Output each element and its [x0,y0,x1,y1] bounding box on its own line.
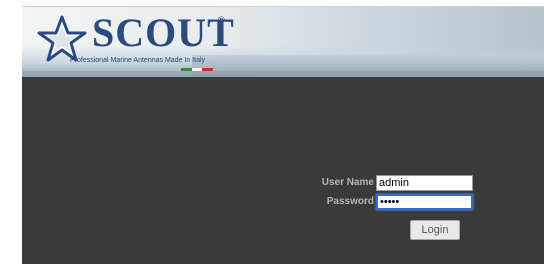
header-banner: SCOUT ® Professional Marine Antennas Mad… [22,7,544,77]
page-frame: SCOUT ® Professional Marine Antennas Mad… [22,6,544,264]
flag-white-stripe [191,68,203,71]
flag-red-stripe [202,68,214,71]
flag-green-stripe [181,68,192,71]
italian-flag-icon [181,68,214,71]
brand-tagline: Professional Marine Antennas Made In Ita… [70,57,206,64]
brand-name: SCOUT [92,10,235,55]
registered-mark: ® [218,15,225,25]
star-logo-icon [37,15,87,62]
username-input[interactable]: admin [376,175,473,191]
username-label: User Name [321,177,374,188]
password-input[interactable]: ••••• [376,194,473,210]
password-label: Password [326,196,374,207]
login-button[interactable]: Login [410,220,460,240]
horizon-haze [22,71,544,77]
